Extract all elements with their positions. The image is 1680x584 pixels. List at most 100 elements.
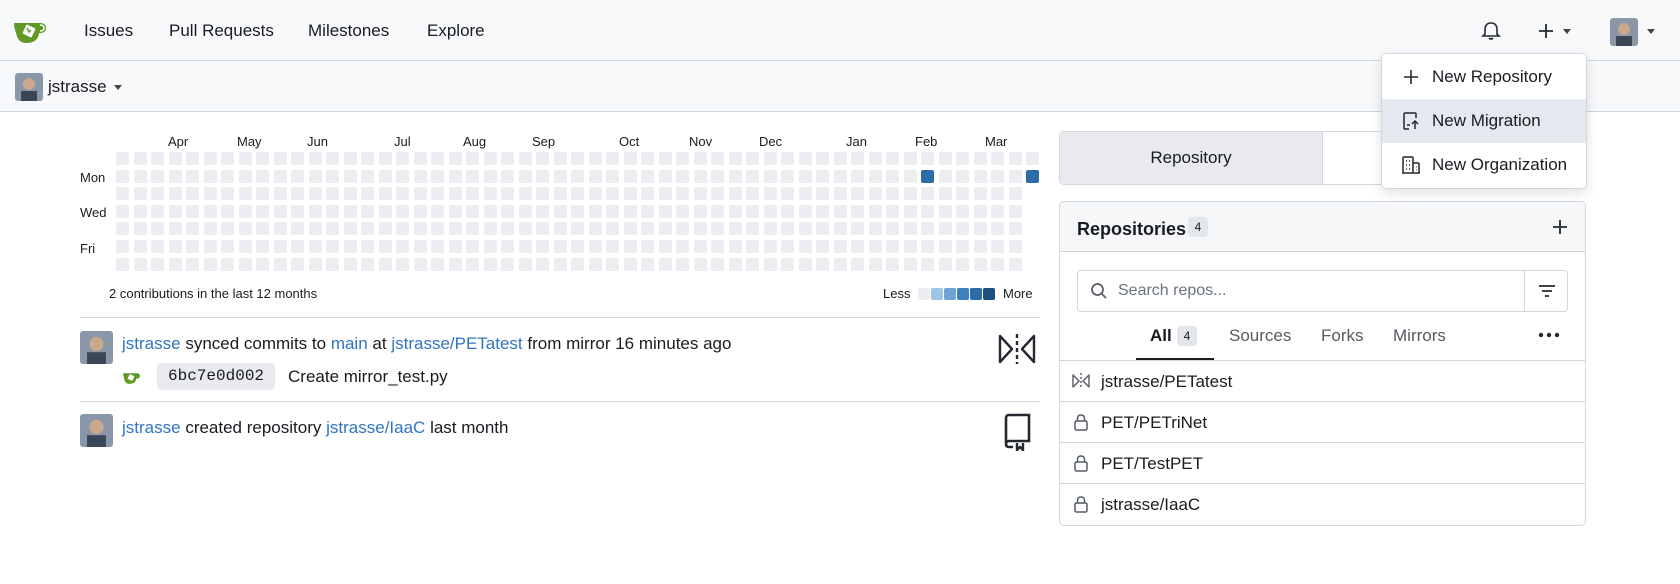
chevron-down-icon[interactable] <box>1647 29 1655 34</box>
heatmap-cell[interactable] <box>291 257 304 271</box>
heatmap-cell[interactable] <box>781 240 794 253</box>
heatmap-cell[interactable] <box>693 240 707 253</box>
plus-icon[interactable] <box>1552 219 1568 235</box>
heatmap-cell[interactable] <box>431 152 444 165</box>
heatmap-cell[interactable] <box>588 240 602 253</box>
heatmap-cell[interactable] <box>956 152 969 165</box>
heatmap-cell[interactable] <box>483 152 497 165</box>
heatmap-cell[interactable] <box>343 169 357 183</box>
heatmap-cell[interactable] <box>676 152 689 165</box>
heatmap-cell[interactable] <box>623 187 637 201</box>
heatmap-cell[interactable] <box>763 222 777 236</box>
heatmap-cell[interactable] <box>956 187 969 201</box>
heatmap-cell[interactable] <box>221 222 234 236</box>
heatmap-cell[interactable] <box>623 257 637 271</box>
heatmap-cell[interactable] <box>256 204 269 218</box>
heatmap-cell[interactable] <box>501 257 514 271</box>
heatmap-cell[interactable] <box>343 204 357 218</box>
heatmap-cell[interactable] <box>431 169 444 183</box>
heatmap-cell[interactable] <box>133 204 147 218</box>
heatmap-cell[interactable] <box>711 187 724 201</box>
tab-forks[interactable]: Forks <box>1321 326 1364 346</box>
heatmap-cell[interactable] <box>361 204 374 218</box>
heatmap-cell[interactable] <box>973 152 987 165</box>
heatmap-cell[interactable] <box>186 187 199 201</box>
repo-name[interactable]: PET/TestPET <box>1101 454 1203 474</box>
heatmap-cell[interactable] <box>221 187 234 201</box>
heatmap-cell[interactable] <box>991 169 1004 183</box>
heatmap-cell[interactable] <box>1008 187 1022 201</box>
heatmap-cell[interactable] <box>431 204 444 218</box>
heatmap-cell[interactable] <box>466 240 479 253</box>
heatmap-cell[interactable] <box>991 187 1004 201</box>
heatmap-cell[interactable] <box>956 222 969 236</box>
heatmap-cell[interactable] <box>571 257 584 271</box>
heatmap-cell[interactable] <box>396 169 409 183</box>
heatmap-cell[interactable] <box>746 169 759 183</box>
heatmap-cell[interactable] <box>676 257 689 271</box>
heatmap-cell[interactable] <box>711 222 724 236</box>
heatmap-cell[interactable] <box>623 222 637 236</box>
heatmap-cell[interactable] <box>413 240 427 253</box>
heatmap-cell[interactable] <box>343 152 357 165</box>
heatmap-cell[interactable] <box>711 240 724 253</box>
avatar[interactable] <box>15 73 43 101</box>
heatmap-cell[interactable] <box>886 257 899 271</box>
heatmap-cell[interactable] <box>973 240 987 253</box>
heatmap-cell[interactable] <box>378 152 392 165</box>
heatmap-cell[interactable] <box>133 222 147 236</box>
heatmap-cell[interactable] <box>536 257 549 271</box>
heatmap-cell[interactable] <box>816 257 829 271</box>
heatmap-cell[interactable] <box>448 204 462 218</box>
heatmap-cell[interactable] <box>728 257 742 271</box>
heatmap-cell[interactable] <box>588 222 602 236</box>
heatmap-cell[interactable] <box>483 222 497 236</box>
heatmap-cell[interactable] <box>536 187 549 201</box>
heatmap-cell[interactable] <box>921 222 934 236</box>
heatmap-cell[interactable] <box>991 257 1004 271</box>
heatmap-cell[interactable] <box>186 204 199 218</box>
nav-pull-requests[interactable]: Pull Requests <box>169 21 274 41</box>
heatmap-cell[interactable] <box>203 222 217 236</box>
heatmap-cell[interactable] <box>921 257 934 271</box>
heatmap-cell[interactable] <box>256 152 269 165</box>
heatmap-cell[interactable] <box>693 257 707 271</box>
heatmap-cell[interactable] <box>448 152 462 165</box>
heatmap-cell[interactable] <box>256 257 269 271</box>
heatmap-cell[interactable] <box>711 204 724 218</box>
heatmap-cell[interactable] <box>518 187 532 201</box>
heatmap-cell[interactable] <box>641 204 654 218</box>
heatmap-cell[interactable] <box>343 257 357 271</box>
heatmap-cell[interactable] <box>326 204 339 218</box>
heatmap-cell[interactable] <box>798 204 812 218</box>
heatmap-cell[interactable] <box>938 187 952 201</box>
avatar[interactable] <box>1610 18 1638 46</box>
heatmap-cell[interactable] <box>781 257 794 271</box>
heatmap-cell[interactable] <box>361 257 374 271</box>
heatmap-cell[interactable] <box>536 152 549 165</box>
heatmap-cell[interactable] <box>291 240 304 253</box>
heatmap-cell[interactable] <box>763 152 777 165</box>
heatmap-cell[interactable] <box>606 187 619 201</box>
heatmap-cell[interactable] <box>763 187 777 201</box>
heatmap-cell[interactable] <box>221 169 234 183</box>
heatmap-cell[interactable] <box>938 152 952 165</box>
heatmap-cell[interactable] <box>886 152 899 165</box>
heatmap-cell[interactable] <box>833 240 847 253</box>
heatmap-cell[interactable] <box>413 187 427 201</box>
heatmap-cell[interactable] <box>903 240 917 253</box>
repo-name[interactable]: PET/PETriNet <box>1101 413 1207 433</box>
heatmap-cell[interactable] <box>728 169 742 183</box>
heatmap-cell[interactable] <box>956 204 969 218</box>
heatmap-cell[interactable] <box>781 152 794 165</box>
heatmap-cell[interactable] <box>186 222 199 236</box>
heatmap-cell[interactable] <box>501 169 514 183</box>
heatmap-cell[interactable] <box>851 257 864 271</box>
heatmap-cell[interactable] <box>623 204 637 218</box>
chevron-down-icon[interactable] <box>114 85 122 90</box>
heatmap-cell[interactable] <box>658 169 672 183</box>
heatmap-cell[interactable] <box>133 152 147 165</box>
heatmap-cell[interactable] <box>973 187 987 201</box>
heatmap-cell[interactable] <box>168 152 182 165</box>
heatmap-cell[interactable] <box>711 152 724 165</box>
